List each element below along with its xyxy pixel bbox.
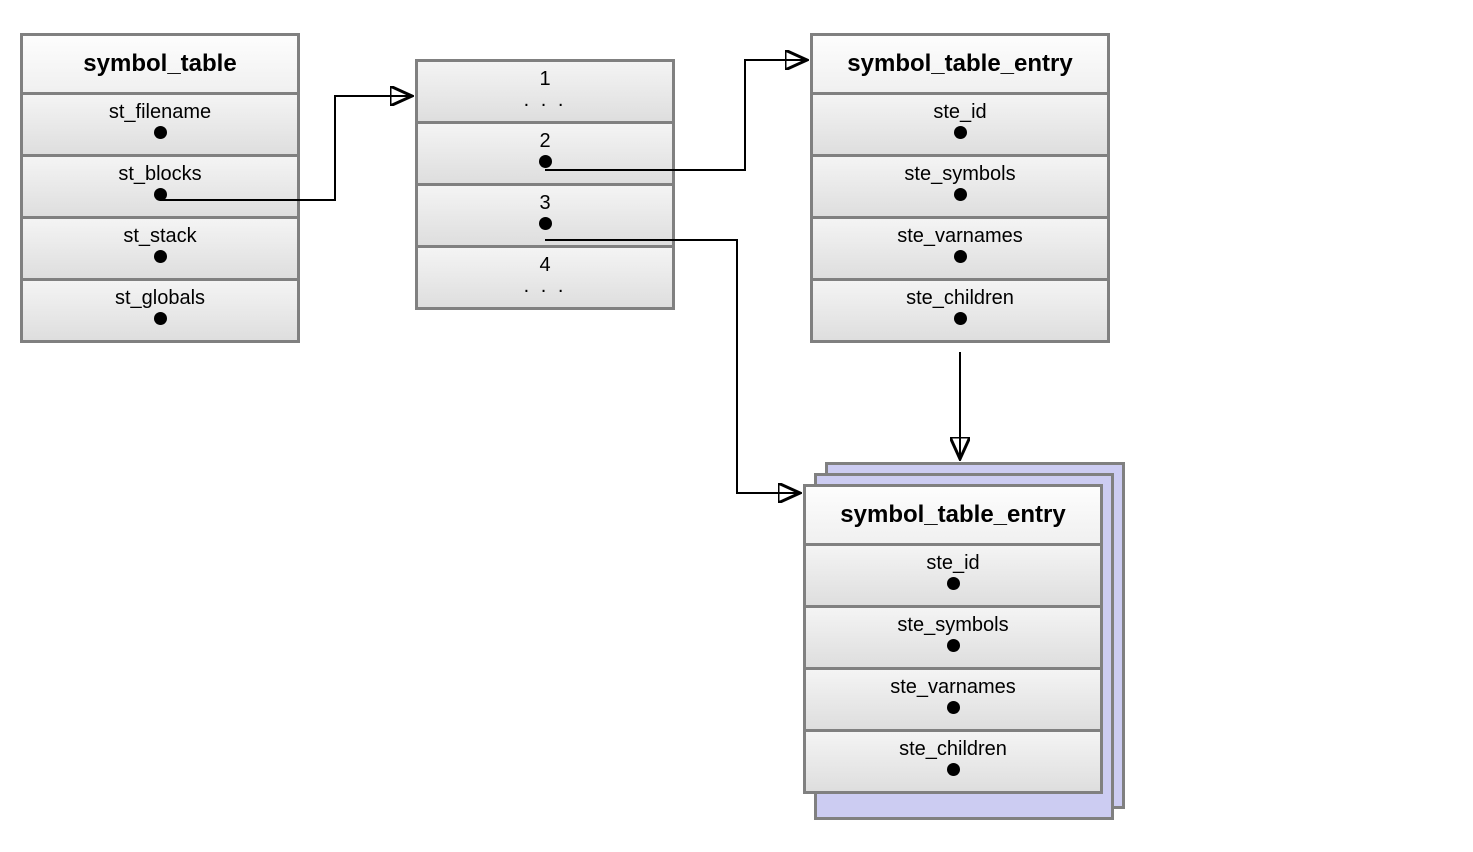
ste-symbols-label: ste_symbols	[813, 163, 1107, 186]
entry-top-title: symbol_table_entry	[813, 36, 1107, 95]
ste-symbols-row-b: ste_symbols	[806, 608, 1100, 670]
dot-icon	[954, 126, 967, 139]
array-row-1: 1 . . .	[418, 62, 672, 124]
ste-id-row: ste_id	[813, 95, 1107, 157]
symbol-table-box: symbol_table st_filename st_blocks st_st…	[20, 33, 300, 343]
dot-icon	[947, 639, 960, 652]
dot-icon	[947, 763, 960, 776]
array-row-4: 4 . . .	[418, 248, 672, 307]
st-globals-row: st_globals	[23, 281, 297, 340]
ste-children-label: ste_children	[813, 287, 1107, 310]
ste-symbols-label-b: ste_symbols	[806, 614, 1100, 637]
entry-top-box: symbol_table_entry ste_id ste_symbols st…	[810, 33, 1110, 343]
ste-varnames-row-b: ste_varnames	[806, 670, 1100, 732]
dot-icon	[954, 250, 967, 263]
dot-icon	[947, 701, 960, 714]
array-row-2: 2	[418, 124, 672, 186]
dot-icon	[947, 577, 960, 590]
array-index-3: 3	[418, 192, 672, 215]
ste-symbols-row: ste_symbols	[813, 157, 1107, 219]
st-stack-row: st_stack	[23, 219, 297, 281]
st-blocks-row: st_blocks	[23, 157, 297, 219]
dot-icon	[154, 312, 167, 325]
dot-icon	[154, 250, 167, 263]
st-blocks-label: st_blocks	[23, 163, 297, 186]
ste-id-label: ste_id	[813, 101, 1107, 124]
array-index-2: 2	[418, 130, 672, 153]
dot-icon	[154, 126, 167, 139]
st-filename-label: st_filename	[23, 101, 297, 124]
array-row-3: 3	[418, 186, 672, 248]
ste-children-label-b: ste_children	[806, 738, 1100, 761]
ste-varnames-label-b: ste_varnames	[806, 676, 1100, 699]
ellipsis-icon: . . .	[524, 275, 567, 297]
dot-icon	[539, 155, 552, 168]
ste-varnames-row: ste_varnames	[813, 219, 1107, 281]
ste-children-row: ste_children	[813, 281, 1107, 340]
dot-icon	[954, 312, 967, 325]
array-index-4: 4	[418, 254, 672, 277]
entry-bottom-title: symbol_table_entry	[806, 487, 1100, 546]
dot-icon	[154, 188, 167, 201]
entry-bottom-box: symbol_table_entry ste_id ste_symbols st…	[803, 484, 1103, 794]
array-box: 1 . . . 2 3 4 . . .	[415, 59, 675, 310]
dot-icon	[954, 188, 967, 201]
ste-varnames-label: ste_varnames	[813, 225, 1107, 248]
ste-id-label-b: ste_id	[806, 552, 1100, 575]
ellipsis-icon: . . .	[524, 89, 567, 111]
ste-id-row-b: ste_id	[806, 546, 1100, 608]
ste-children-row-b: ste_children	[806, 732, 1100, 791]
st-globals-label: st_globals	[23, 287, 297, 310]
symbol-table-title: symbol_table	[23, 36, 297, 95]
st-filename-row: st_filename	[23, 95, 297, 157]
array-index-1: 1	[418, 68, 672, 91]
dot-icon	[539, 217, 552, 230]
st-stack-label: st_stack	[23, 225, 297, 248]
